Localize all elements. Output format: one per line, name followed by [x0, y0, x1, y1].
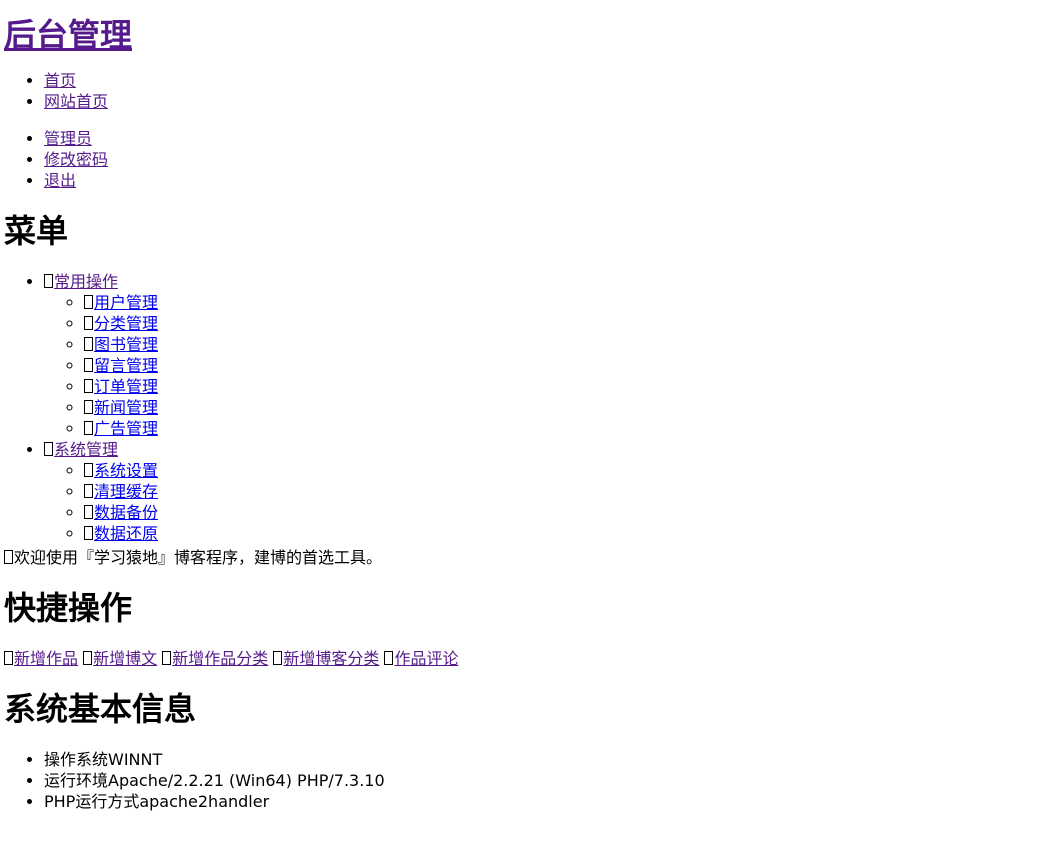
page: 后台管理 首页 网站首页 管理员 修改密码 退出 菜单 常用操作 用户管理 分类… — [0, 12, 1046, 812]
menu-item-label: 数据还原 — [94, 524, 159, 543]
menu-group-common: 常用操作 用户管理 分类管理 图书管理 留言管理 订单管理 新闻管理 广告管理 — [44, 271, 1042, 439]
menu-item-label: 系统设置 — [94, 461, 159, 480]
menu-item-label: 用户管理 — [94, 293, 159, 312]
menu-link-categories[interactable]: 分类管理 — [84, 314, 158, 333]
menu-item: 留言管理 — [84, 355, 1042, 376]
menu-group-system: 系统管理 系统设置 清理缓存 数据备份 数据还原 — [44, 439, 1042, 544]
system-info-item: 运行环境Apache/2.2.21 (Win64) PHP/7.3.10 — [44, 770, 1042, 791]
quick-link-new-post[interactable]: 新增博文 — [83, 649, 157, 668]
menu-item: 数据还原 — [84, 523, 1042, 544]
menu-link-messages[interactable]: 留言管理 — [84, 356, 158, 375]
menu-item-label: 新闻管理 — [94, 398, 159, 417]
brand-link[interactable]: 后台管理 — [4, 16, 132, 54]
user-nav-item-admin: 管理员 — [44, 128, 1042, 149]
system-info-list: 操作系统WINNT 运行环境Apache/2.2.21 (Win64) PHP/… — [4, 749, 1042, 812]
menu-group-link-common[interactable]: 常用操作 — [44, 272, 118, 291]
menu-item: 系统设置 — [84, 460, 1042, 481]
menu-group-link-system[interactable]: 系统管理 — [44, 440, 118, 459]
box-icon — [84, 400, 93, 414]
user-nav-link-admin[interactable]: 管理员 — [44, 129, 92, 148]
menu-item-label: 数据备份 — [94, 503, 159, 522]
box-icon — [84, 337, 93, 351]
quick-link-label: 作品评论 — [394, 649, 459, 668]
quick-link-label: 新增博文 — [93, 649, 158, 668]
user-nav-item-change-password: 修改密码 — [44, 149, 1042, 170]
box-icon — [84, 526, 93, 540]
box-icon — [84, 484, 93, 498]
quick-link-label: 新增作品 — [14, 649, 79, 668]
box-icon — [84, 463, 93, 477]
box-icon — [84, 505, 93, 519]
menu-link-orders[interactable]: 订单管理 — [84, 377, 158, 396]
menu-link-backup[interactable]: 数据备份 — [84, 503, 158, 522]
menu-item-label: 图书管理 — [94, 335, 159, 354]
top-nav-item-site-home: 网站首页 — [44, 91, 1042, 112]
menu-item: 分类管理 — [84, 313, 1042, 334]
menu-item-label: 清理缓存 — [94, 482, 159, 501]
welcome-message: 欢迎使用『学习猿地』博客程序，建博的首选工具。 — [4, 547, 1042, 568]
menu-link-books[interactable]: 图书管理 — [84, 335, 158, 354]
menu-item: 广告管理 — [84, 418, 1042, 439]
box-icon — [384, 651, 394, 665]
menu-item: 用户管理 — [84, 292, 1042, 313]
box-icon — [162, 651, 172, 665]
menu-item: 订单管理 — [84, 376, 1042, 397]
menu-link-ads[interactable]: 广告管理 — [84, 419, 158, 438]
side-menu: 常用操作 用户管理 分类管理 图书管理 留言管理 订单管理 新闻管理 广告管理 … — [4, 271, 1042, 544]
user-nav: 管理员 修改密码 退出 — [4, 128, 1042, 191]
box-icon — [84, 358, 93, 372]
user-nav-item-logout: 退出 — [44, 170, 1042, 191]
box-icon — [83, 651, 93, 665]
box-icon — [84, 421, 93, 435]
top-nav-link-home[interactable]: 首页 — [44, 71, 76, 90]
menu-item-label: 广告管理 — [94, 419, 159, 438]
top-nav: 首页 网站首页 — [4, 70, 1042, 112]
menu-item-label: 留言管理 — [94, 356, 159, 375]
menu-sublist-common: 用户管理 分类管理 图书管理 留言管理 订单管理 新闻管理 广告管理 — [44, 292, 1042, 439]
user-nav-link-logout[interactable]: 退出 — [44, 171, 76, 190]
menu-item: 数据备份 — [84, 502, 1042, 523]
quick-link-new-blog-category[interactable]: 新增博客分类 — [273, 649, 379, 668]
top-nav-item-home: 首页 — [44, 70, 1042, 91]
quick-link-label: 新增博客分类 — [283, 649, 380, 668]
site-brand: 后台管理 — [4, 12, 1042, 58]
menu-link-news[interactable]: 新闻管理 — [84, 398, 158, 417]
info-icon — [4, 550, 13, 564]
box-icon — [273, 651, 283, 665]
menu-link-restore[interactable]: 数据还原 — [84, 524, 158, 543]
menu-link-settings[interactable]: 系统设置 — [84, 461, 158, 480]
box-icon — [84, 295, 93, 309]
quick-link-new-work-category[interactable]: 新增作品分类 — [162, 649, 268, 668]
menu-sublist-system: 系统设置 清理缓存 数据备份 数据还原 — [44, 460, 1042, 544]
menu-link-users[interactable]: 用户管理 — [84, 293, 158, 312]
user-nav-link-change-password[interactable]: 修改密码 — [44, 150, 108, 169]
menu-group-label: 系统管理 — [54, 440, 119, 459]
menu-group-label: 常用操作 — [54, 272, 119, 291]
quick-actions: 新增作品 新增博文 新增作品分类 新增博客分类 作品评论 — [4, 648, 1042, 669]
box-icon — [84, 379, 93, 393]
box-icon — [84, 316, 93, 330]
quick-link-label: 新增作品分类 — [172, 649, 269, 668]
menu-item-label: 分类管理 — [94, 314, 159, 333]
system-info-item: PHP运行方式apache2handler — [44, 791, 1042, 812]
quick-link-new-work[interactable]: 新增作品 — [4, 649, 78, 668]
box-icon — [44, 274, 53, 288]
menu-item: 清理缓存 — [84, 481, 1042, 502]
menu-link-clear-cache[interactable]: 清理缓存 — [84, 482, 158, 501]
menu-item: 新闻管理 — [84, 397, 1042, 418]
menu-title: 菜单 — [4, 212, 69, 250]
top-nav-link-site-home[interactable]: 网站首页 — [44, 92, 108, 111]
menu-item: 图书管理 — [84, 334, 1042, 355]
menu-item-label: 订单管理 — [94, 377, 159, 396]
quick-link-work-comments[interactable]: 作品评论 — [384, 649, 458, 668]
system-info-title: 系统基本信息 — [4, 690, 197, 728]
welcome-text: 欢迎使用『学习猿地』博客程序，建博的首选工具。 — [14, 548, 383, 567]
box-icon — [44, 442, 53, 456]
box-icon — [4, 651, 13, 665]
quick-actions-title: 快捷操作 — [4, 589, 133, 627]
system-info-item: 操作系统WINNT — [44, 749, 1042, 770]
